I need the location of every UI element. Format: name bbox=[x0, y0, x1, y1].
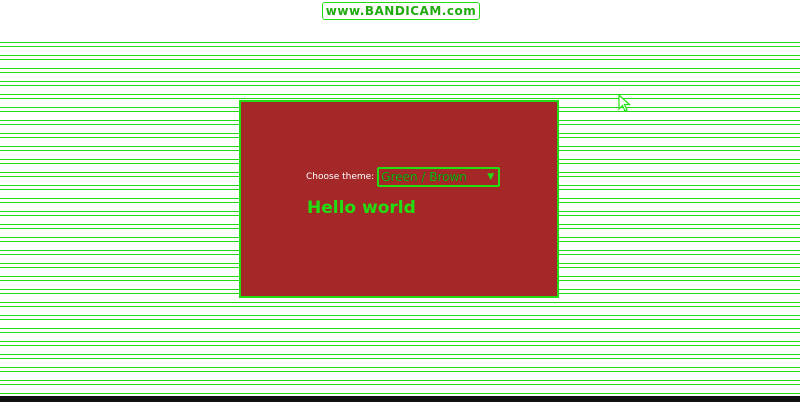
chevron-down-icon: ▼ bbox=[487, 172, 495, 182]
hello-heading: Hello world bbox=[307, 198, 416, 218]
bottom-edge bbox=[0, 396, 800, 402]
theme-select[interactable]: Green / Brown ▼ bbox=[377, 167, 501, 187]
mouse-cursor-icon bbox=[618, 94, 632, 112]
theme-label: Choose theme: bbox=[306, 172, 375, 182]
recorder-watermark: www.BANDICAM.com bbox=[322, 2, 480, 20]
themed-panel: Choose theme: Green / Brown ▼ Hello worl… bbox=[239, 100, 559, 298]
theme-select-value: Green / Brown bbox=[381, 170, 467, 184]
screen: www.BANDICAM.com Choose theme: Green / B… bbox=[0, 0, 800, 402]
theme-chooser-row: Choose theme: Green / Brown ▼ bbox=[306, 167, 501, 187]
